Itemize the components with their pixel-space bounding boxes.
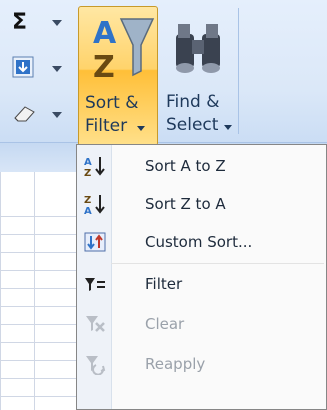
gridline (0, 172, 1, 410)
autosum-icon: Σ (12, 10, 28, 35)
sort-filter-label-line1: Sort & (85, 93, 139, 113)
menu-item-sort-a-to-z[interactable]: A Z Sort A to Z (77, 147, 326, 185)
sort-filter-menu: A Z Sort A to Z Z A Sort Z to A Custom S… (76, 144, 327, 410)
eraser-icon (14, 106, 35, 122)
chevron-down-icon (52, 20, 62, 26)
menu-item-label: Filter (145, 275, 183, 293)
sort-filter-icon: A Z (93, 16, 155, 85)
custom-sort-icon (84, 232, 106, 252)
menu-item-custom-sort[interactable]: Custom Sort... (77, 223, 326, 261)
binoculars-icon (176, 24, 220, 73)
svg-text:A: A (84, 157, 92, 168)
find-select-label-line2: Select (166, 115, 219, 135)
gridline (0, 360, 78, 361)
find-select-button[interactable]: Find & Select (158, 6, 236, 144)
reapply-icon (86, 356, 106, 375)
chevron-down-icon (224, 125, 232, 130)
menu-item-label: Sort A to Z (145, 157, 226, 175)
clear-filter-icon (86, 316, 105, 332)
sort-filter-label-line2: Filter (85, 116, 128, 136)
fill-down-icon (12, 56, 34, 78)
filter-icon (85, 278, 105, 291)
find-select-label-line1: Find & (166, 92, 220, 112)
menu-item-label: Custom Sort... (145, 233, 253, 251)
svg-text:Z: Z (84, 168, 91, 177)
gridline (0, 342, 78, 343)
sort-asc-icon: A Z (84, 157, 105, 177)
worksheet-area[interactable] (0, 172, 78, 410)
gridline (0, 252, 78, 253)
menu-item-label: Sort Z to A (145, 195, 226, 213)
sort-filter-button[interactable]: A Z Sort & Filter (78, 6, 158, 146)
chevron-down-icon (52, 66, 62, 72)
gridline (0, 306, 78, 307)
gridline (0, 288, 78, 289)
ribbon-separator (238, 8, 239, 134)
svg-text:Z: Z (93, 50, 115, 85)
chevron-down-icon (137, 126, 145, 131)
gridline (0, 270, 78, 271)
menu-item-label: Reapply (145, 355, 206, 373)
menu-item-filter[interactable]: Filter (77, 265, 326, 303)
menu-separator (111, 263, 324, 264)
svg-text:A: A (84, 206, 92, 215)
menu-item-reapply[interactable]: Reapply (77, 345, 326, 383)
gridline (0, 396, 78, 397)
autosum-button[interactable]: Σ (12, 10, 70, 44)
gridline (0, 234, 78, 235)
menu-item-label: Clear (145, 315, 185, 333)
menu-item-clear[interactable]: Clear (77, 305, 326, 343)
gridline (0, 378, 78, 379)
clear-button[interactable] (12, 102, 70, 136)
fill-button[interactable] (12, 56, 70, 90)
gridline (34, 172, 35, 410)
chevron-down-icon (52, 112, 62, 118)
gridline (0, 216, 78, 217)
menu-item-sort-z-to-a[interactable]: Z A Sort Z to A (77, 185, 326, 223)
svg-text:Z: Z (84, 195, 91, 206)
sort-desc-icon: Z A (84, 195, 105, 215)
gridline (0, 324, 78, 325)
svg-text:A: A (93, 16, 117, 51)
